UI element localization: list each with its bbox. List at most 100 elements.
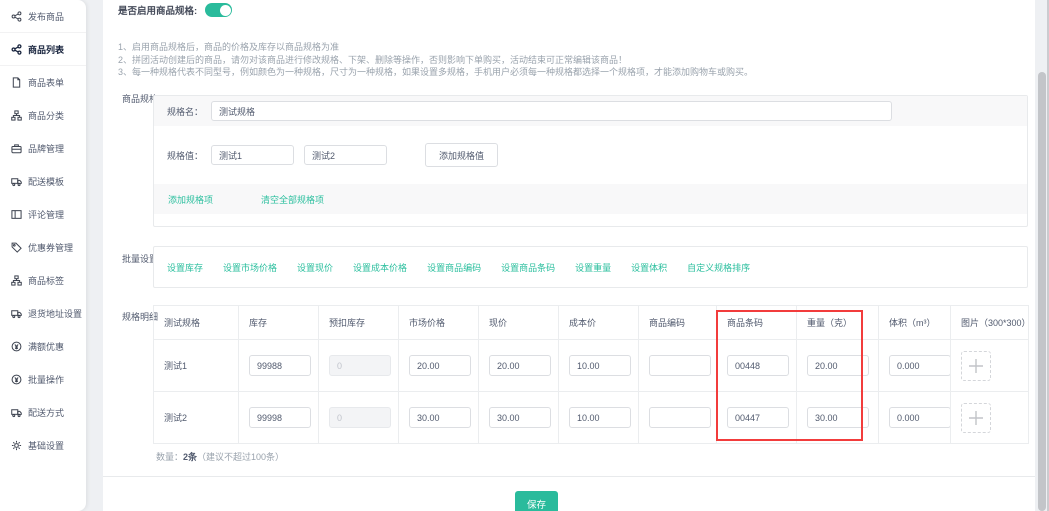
cell-input-r1c3[interactable]: [409, 355, 471, 376]
cell-input-r2c6[interactable]: [649, 407, 711, 428]
spec-name-label: 规格名：: [167, 105, 211, 118]
enable-spec-toggle[interactable]: [205, 3, 232, 17]
cell-input-r2c5[interactable]: [569, 407, 631, 428]
value-cell: [879, 340, 951, 392]
value-cell: [797, 392, 879, 444]
spec-name-row: 规格名：: [154, 96, 1027, 126]
upload-image-button[interactable]: [961, 403, 991, 433]
sidebar-item-7[interactable]: 评论管理: [0, 198, 86, 231]
column-header: 测试规格: [154, 306, 239, 340]
batch-link-2[interactable]: 设置市场价格: [223, 261, 277, 274]
cell-input-r2c4[interactable]: [489, 407, 551, 428]
sidebar-item-13[interactable]: 配送方式: [0, 396, 86, 429]
sidebar-item-label: 评论管理: [28, 208, 64, 221]
cell-input-r2c3[interactable]: [409, 407, 471, 428]
cell-input-r1c2: [329, 355, 391, 376]
sidebar-item-label: 退货地址设置: [28, 307, 82, 320]
table-row: 测试2: [154, 392, 1029, 444]
batch-link-8[interactable]: 设置体积: [631, 261, 667, 274]
sidebar-item-2[interactable]: 商品列表: [0, 33, 86, 66]
spec-detail-table: 测试规格库存预扣库存市场价格现价成本价商品编码商品条码重量（克）体积（m³）图片…: [153, 305, 1029, 444]
value-cell: [239, 392, 319, 444]
coin-icon: [11, 341, 22, 352]
batch-link-4[interactable]: 设置成本价格: [353, 261, 407, 274]
column-header: 库存: [239, 306, 319, 340]
batch-link-3[interactable]: 设置现价: [297, 261, 333, 274]
footer-divider: [103, 476, 1035, 477]
sidebar-item-label: 商品标签: [28, 274, 64, 287]
coin-icon: [11, 374, 22, 385]
column-header: 预扣库存: [319, 306, 399, 340]
batch-link-6[interactable]: 设置商品条码: [501, 261, 555, 274]
sidebar-item-label: 配送模板: [28, 175, 64, 188]
sidebar-item-10[interactable]: 退货地址设置: [0, 297, 86, 330]
sitemap-icon: [11, 110, 22, 121]
value-cell: [639, 340, 717, 392]
main-panel: 是否启用商品规格: 1、启用商品规格后，商品的价格及库存以商品规格为准2、拼团活…: [103, 0, 1035, 511]
truck-icon: [11, 407, 22, 418]
clear-all-spec-link[interactable]: 清空全部规格项: [261, 193, 324, 206]
column-header: 成本价: [559, 306, 639, 340]
note-line: 3、每一种规格代表不同型号，例如颜色为一种规格，尺寸为一种规格，如果设置多规格，…: [118, 66, 753, 79]
count-prefix: 数量：: [156, 452, 183, 462]
cell-input-r1c6[interactable]: [649, 355, 711, 376]
vertical-scrollbar-thumb[interactable]: [1038, 72, 1046, 511]
value-cell: [639, 392, 717, 444]
sidebar: 发布商品商品列表商品表单商品分类品牌管理配送模板评论管理优惠券管理商品标签退货地…: [0, 0, 86, 511]
notes-list: 1、启用商品规格后，商品的价格及库存以商品规格为准2、拼团活动创建后的商品，请勿…: [118, 41, 753, 79]
sidebar-item-8[interactable]: 优惠券管理: [0, 231, 86, 264]
note-line: 2、拼团活动创建后的商品，请勿对该商品进行修改规格、下架、删除等操作，否则影响下…: [118, 54, 753, 67]
sidebar-item-4[interactable]: 商品分类: [0, 99, 86, 132]
sidebar-item-label: 优惠券管理: [28, 241, 73, 254]
add-spec-value-button[interactable]: 添加规格值: [425, 143, 498, 167]
value-cell: [879, 392, 951, 444]
spec-name-input[interactable]: [211, 101, 892, 121]
add-spec-item-link[interactable]: 添加规格项: [168, 193, 213, 206]
column-header: 商品编码: [639, 306, 717, 340]
sidebar-item-14[interactable]: 基础设置: [0, 429, 86, 462]
value-cell: [559, 340, 639, 392]
cell-input-r1c8[interactable]: [807, 355, 869, 376]
sidebar-item-label: 满额优惠: [28, 340, 64, 353]
batch-link-5[interactable]: 设置商品编码: [427, 261, 481, 274]
cell-input-r2c8[interactable]: [807, 407, 869, 428]
value-cell: [319, 392, 399, 444]
spec-value-input-2[interactable]: [304, 145, 387, 165]
sidebar-item-label: 批量操作: [28, 373, 64, 386]
sidebar-item-label: 商品表单: [28, 76, 64, 89]
value-cell: [479, 340, 559, 392]
spec-value-input-1[interactable]: [211, 145, 294, 165]
cell-input-r2c1[interactable]: [249, 407, 311, 428]
batch-link-1[interactable]: 设置库存: [167, 261, 203, 274]
sidebar-item-label: 发布商品: [28, 10, 64, 23]
sidebar-item-6[interactable]: 配送模板: [0, 165, 86, 198]
cell-input-r1c4[interactable]: [489, 355, 551, 376]
cell-input-r1c9[interactable]: [889, 355, 951, 376]
truck-icon: [11, 308, 22, 319]
sidebar-item-9[interactable]: 商品标签: [0, 264, 86, 297]
sidebar-item-12[interactable]: 批量操作: [0, 363, 86, 396]
batch-link-7[interactable]: 设置重量: [575, 261, 611, 274]
plus-icon: [967, 357, 985, 375]
cell-input-r1c5[interactable]: [569, 355, 631, 376]
save-button[interactable]: 保存: [515, 491, 558, 511]
cell-input-r1c1[interactable]: [249, 355, 311, 376]
count-value: 2条: [183, 452, 197, 462]
sidebar-item-11[interactable]: 满额优惠: [0, 330, 86, 363]
share-icon: [11, 11, 22, 22]
cell-input-r2c9[interactable]: [889, 407, 951, 428]
column-header: 重量（克）: [797, 306, 879, 340]
value-cell: [717, 392, 797, 444]
cell-input-r1c7[interactable]: [727, 355, 789, 376]
gear-icon: [11, 440, 22, 451]
value-cell: [479, 392, 559, 444]
cell-input-r2c7[interactable]: [727, 407, 789, 428]
sidebar-item-5[interactable]: 品牌管理: [0, 132, 86, 165]
value-cell: [399, 340, 479, 392]
upload-image-button[interactable]: [961, 351, 991, 381]
batch-link-9[interactable]: 自定义规格排序: [687, 261, 750, 274]
enable-spec-label: 是否启用商品规格:: [118, 3, 197, 17]
sidebar-item-3[interactable]: 商品表单: [0, 66, 86, 99]
image-cell: [951, 392, 1029, 444]
sidebar-item-1[interactable]: 发布商品: [0, 0, 86, 33]
